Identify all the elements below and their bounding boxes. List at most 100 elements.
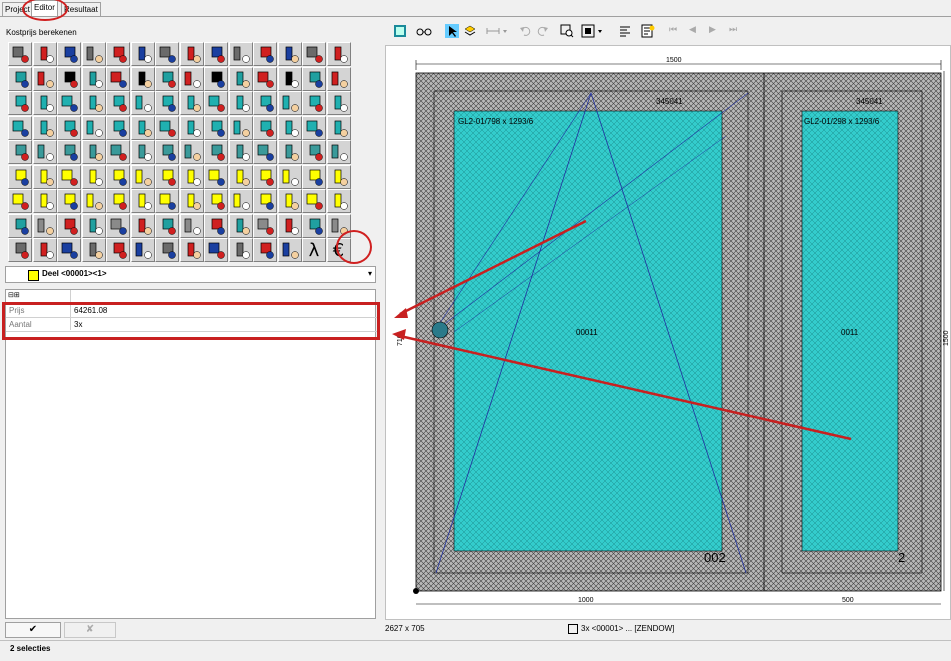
tool-button[interactable] xyxy=(8,238,32,262)
cancel-button[interactable]: ✘ xyxy=(64,622,116,638)
tool-button[interactable] xyxy=(32,238,57,262)
tool-button[interactable] xyxy=(130,115,155,140)
ok-button[interactable]: ✔ xyxy=(5,622,61,638)
tool-button[interactable] xyxy=(8,91,32,115)
tool-button[interactable] xyxy=(179,115,204,140)
tool-button[interactable] xyxy=(204,91,228,115)
tool-button[interactable] xyxy=(106,91,130,115)
tool-button[interactable] xyxy=(57,66,81,91)
tool-button[interactable] xyxy=(155,91,179,115)
tool-button[interactable] xyxy=(253,66,277,91)
tool-button[interactable] xyxy=(277,66,302,91)
tool-button[interactable] xyxy=(130,189,155,213)
tool-button[interactable] xyxy=(302,91,326,115)
tool-button[interactable] xyxy=(8,213,32,238)
tool-button[interactable] xyxy=(155,238,179,262)
select-cursor-icon[interactable] xyxy=(445,24,459,38)
tool-button[interactable] xyxy=(106,42,130,66)
tool-button[interactable] xyxy=(32,140,57,164)
tool-button[interactable] xyxy=(302,42,326,66)
tool-button[interactable] xyxy=(57,42,81,66)
tool-button[interactable] xyxy=(57,189,81,213)
tool-button[interactable] xyxy=(8,189,32,213)
tool-button[interactable] xyxy=(277,164,302,189)
tool-button[interactable] xyxy=(228,140,253,164)
tool-button[interactable] xyxy=(155,213,179,238)
tool-button[interactable] xyxy=(106,189,130,213)
tool-button[interactable] xyxy=(326,140,351,164)
tool-button[interactable] xyxy=(81,140,106,164)
tool-button[interactable] xyxy=(130,238,155,262)
tool-button[interactable] xyxy=(204,115,228,140)
tool-button[interactable] xyxy=(253,42,277,66)
tool-button[interactable] xyxy=(8,140,32,164)
tool-button[interactable] xyxy=(179,140,204,164)
tool-button[interactable] xyxy=(130,140,155,164)
expand-collapse-icons[interactable]: ⊟⊞ xyxy=(8,291,20,299)
tool-button[interactable] xyxy=(81,213,106,238)
tool-button[interactable] xyxy=(130,213,155,238)
redo-icon[interactable] xyxy=(536,24,550,38)
tool-button[interactable] xyxy=(179,238,204,262)
next-icon[interactable]: ▶ xyxy=(709,24,723,38)
tool-button[interactable] xyxy=(57,91,81,115)
tool-button[interactable] xyxy=(8,115,32,140)
tool-button[interactable] xyxy=(155,189,179,213)
tool-button[interactable] xyxy=(8,42,32,66)
tool-button[interactable] xyxy=(106,164,130,189)
tool-button[interactable] xyxy=(130,42,155,66)
part-selector[interactable]: Deel <00001><1> ▾ xyxy=(5,266,376,283)
tool-button[interactable] xyxy=(155,115,179,140)
tool-button[interactable] xyxy=(204,238,228,262)
tool-button[interactable] xyxy=(81,164,106,189)
tool-button[interactable] xyxy=(253,115,277,140)
tool-button[interactable] xyxy=(57,115,81,140)
tool-button[interactable] xyxy=(32,42,57,66)
tool-button[interactable] xyxy=(253,213,277,238)
tool-button[interactable] xyxy=(204,213,228,238)
tool-button[interactable] xyxy=(302,140,326,164)
tool-button[interactable] xyxy=(106,140,130,164)
tool-button[interactable] xyxy=(32,91,57,115)
drawing-canvas[interactable]: 1500 1000 500 1500 710 GL2-01/798 x 1293… xyxy=(385,45,951,620)
view-mode-icon[interactable] xyxy=(581,24,605,38)
lambda-button[interactable]: λ xyxy=(302,238,326,262)
tool-button[interactable] xyxy=(228,213,253,238)
tool-button[interactable] xyxy=(57,238,81,262)
tool-button[interactable] xyxy=(302,115,326,140)
tool-button[interactable] xyxy=(155,140,179,164)
zoom-icon[interactable] xyxy=(560,24,574,38)
tool-button[interactable] xyxy=(253,238,277,262)
tool-button[interactable] xyxy=(155,164,179,189)
tool-button[interactable] xyxy=(228,42,253,66)
tool-button[interactable] xyxy=(204,164,228,189)
tool-button[interactable] xyxy=(32,189,57,213)
tool-button[interactable] xyxy=(155,42,179,66)
tool-button[interactable] xyxy=(253,91,277,115)
tool-button[interactable] xyxy=(204,42,228,66)
undo-icon[interactable] xyxy=(518,24,532,38)
tool-button[interactable] xyxy=(106,66,130,91)
tool-button[interactable] xyxy=(81,115,106,140)
tool-button[interactable] xyxy=(326,91,351,115)
tool-button[interactable] xyxy=(57,164,81,189)
tool-button[interactable] xyxy=(277,213,302,238)
tool-button[interactable] xyxy=(302,66,326,91)
tool-button[interactable] xyxy=(81,91,106,115)
tool-button[interactable] xyxy=(81,189,106,213)
tool-button[interactable] xyxy=(228,164,253,189)
tool-button[interactable] xyxy=(326,66,351,91)
tool-button[interactable] xyxy=(326,115,351,140)
tool-button[interactable] xyxy=(155,66,179,91)
frame-icon[interactable] xyxy=(393,24,407,38)
tool-button[interactable] xyxy=(32,213,57,238)
tool-button[interactable] xyxy=(326,164,351,189)
last-icon[interactable]: ⏭ xyxy=(729,24,743,38)
tool-button[interactable] xyxy=(277,91,302,115)
tool-button[interactable] xyxy=(277,42,302,66)
tool-button[interactable] xyxy=(81,66,106,91)
layers-icon[interactable] xyxy=(463,24,477,38)
tool-button[interactable] xyxy=(228,66,253,91)
tool-button[interactable] xyxy=(277,189,302,213)
tool-button[interactable] xyxy=(179,66,204,91)
